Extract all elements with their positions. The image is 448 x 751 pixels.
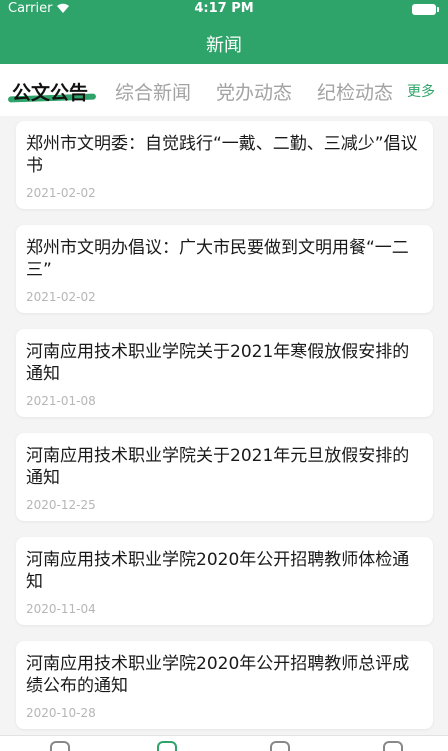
tab-general-news[interactable]: 综合新闻 — [115, 78, 191, 105]
news-list: 郑州市文明委：自觉践行“一戴、二勤、三减少”倡议书 2021-02-02 郑州市… — [16, 121, 433, 745]
tab-discipline-news[interactable]: 纪检动态 — [317, 78, 393, 105]
news-title: 河南应用技术职业学院关于2021年寒假放假安排的通知 — [26, 342, 410, 384]
app-header: Carrier 4:17 PM 新闻 — [0, 0, 448, 64]
news-date: 2020-10-28 — [26, 706, 96, 720]
news-card[interactable]: 河南应用技术职业学院2020年公开招聘教师体检通知 2020-11-04 — [16, 537, 433, 625]
news-title: 河南应用技术职业学院2020年公开招聘教师体检通知 — [26, 550, 410, 592]
news-card[interactable]: 河南应用技术职业学院2020年公开招聘教师总评成绩公布的通知 2020-10-2… — [16, 641, 433, 729]
news-date: 2021-02-02 — [26, 186, 96, 200]
people-icon[interactable] — [270, 741, 290, 751]
page-title: 新闻 — [206, 35, 242, 56]
tab-announcements[interactable]: 公文公告 — [12, 78, 88, 105]
news-card[interactable]: 河南应用技术职业学院关于2021年寒假放假安排的通知 2021-01-08 — [16, 329, 433, 417]
news-card[interactable]: 郑州市文明办倡议：广大市民要做到文明用餐“一二三” 2021-02-02 — [16, 225, 433, 313]
news-card[interactable]: 河南应用技术职业学院关于2021年元旦放假安排的通知 2020-12-25 — [16, 433, 433, 521]
home-icon[interactable] — [50, 741, 70, 751]
news-title: 河南应用技术职业学院关于2021年元旦放假安排的通知 — [26, 446, 410, 488]
status-time: 4:17 PM — [194, 1, 254, 16]
battery-icon — [412, 4, 439, 15]
status-bar: Carrier 4:17 PM — [0, 0, 448, 20]
news-icon[interactable] — [157, 741, 177, 751]
news-title: 郑州市文明委：自觉践行“一戴、二勤、三减少”倡议书 — [26, 134, 418, 176]
more-link[interactable]: 更多 — [407, 81, 435, 101]
category-tabs: 公文公告 综合新闻 党办动态 纪检动态 更多 — [0, 64, 448, 116]
news-card[interactable]: 郑州市文明委：自觉践行“一戴、二勤、三减少”倡议书 2021-02-02 — [16, 121, 433, 209]
news-date: 2021-02-02 — [26, 290, 96, 304]
news-title: 郑州市文明办倡议：广大市民要做到文明用餐“一二三” — [26, 238, 409, 280]
user-icon[interactable] — [383, 741, 403, 751]
news-date: 2020-11-04 — [26, 602, 96, 616]
tab-party-news[interactable]: 党办动态 — [216, 78, 292, 105]
news-date: 2021-01-08 — [26, 394, 96, 408]
news-date: 2020-12-25 — [26, 498, 96, 512]
news-title: 河南应用技术职业学院2020年公开招聘教师总评成绩公布的通知 — [26, 654, 410, 696]
bottom-tab-bar — [0, 735, 448, 751]
